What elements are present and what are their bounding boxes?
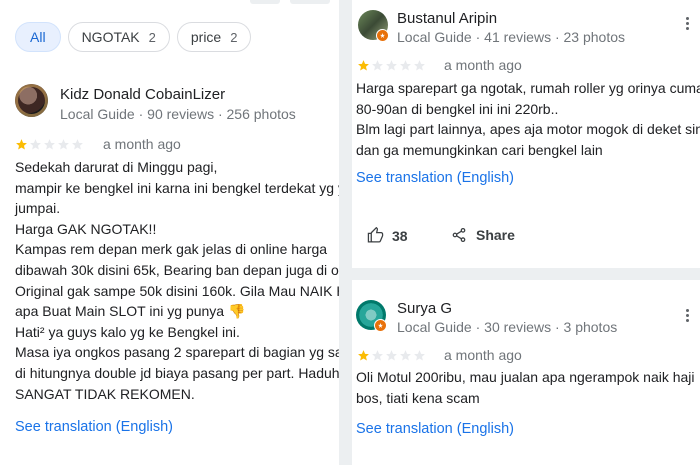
review-time: a month ago	[103, 136, 181, 152]
panel-divider	[339, 0, 352, 465]
thumbs-up-icon	[367, 227, 384, 243]
review-line: apa Buat Main SLOT ini yg punya 👎	[15, 303, 246, 320]
star-filled-icon	[358, 349, 369, 360]
card-divider	[339, 268, 700, 280]
review-line: di hitungnya double jd biaya pasang per …	[15, 364, 348, 381]
star-rating	[357, 59, 426, 72]
star-empty-icon	[414, 59, 425, 70]
chip-label: NGOTAK	[81, 29, 140, 45]
star-empty-icon	[372, 349, 383, 360]
reviews-panel-right: Bustanul Aripin Local Guide · 41 reviews…	[352, 0, 700, 465]
star-filled-icon	[358, 59, 369, 70]
see-translation-link[interactable]: See translation (English)	[356, 421, 514, 437]
star-empty-icon	[72, 138, 83, 149]
star-filled-icon	[16, 138, 27, 149]
review-line: bos, tiati kena scam	[356, 389, 480, 406]
star-empty-icon	[386, 59, 397, 70]
reviewer-meta: Local Guide · 90 reviews · 256 photos	[60, 106, 296, 122]
more-options-icon[interactable]	[686, 17, 690, 30]
reviewer-info: Kidz Donald CobainLizer Local Guide · 90…	[60, 86, 296, 122]
star-empty-icon	[30, 138, 41, 149]
chip-label: All	[30, 29, 46, 45]
filter-chip-price[interactable]: price 2	[176, 22, 252, 52]
review-line: Original gak sampe 50k disini 160k. Gila…	[15, 282, 352, 299]
rating-row: a month ago	[357, 347, 522, 363]
star-empty-icon	[386, 349, 397, 360]
local-guide-badge-icon	[376, 29, 389, 42]
review-line: Harga GAK NGOTAK!!	[15, 220, 157, 237]
avatar[interactable]	[15, 84, 48, 117]
review-line: Sedekah darurat di Minggu pagi,	[15, 159, 218, 175]
review-line: Hati² ya guys kalo yg ke Bengkel ini.	[15, 323, 240, 340]
review-card: Surya G Local Guide · 30 reviews · 3 pho…	[352, 280, 700, 465]
share-button[interactable]: Share	[451, 227, 515, 243]
star-rating	[357, 349, 426, 362]
chip-label: price	[190, 29, 222, 45]
share-label: Share	[476, 227, 515, 243]
review-line: dan ga memungkinkan cari bengkel lain	[356, 141, 603, 158]
like-button[interactable]: 38	[367, 227, 408, 244]
star-empty-icon	[400, 59, 411, 70]
see-translation-link[interactable]: See translation (English)	[356, 170, 514, 186]
star-empty-icon	[58, 138, 69, 149]
review-line: Masa iya ongkos pasang 2 sparepart di ba…	[15, 344, 352, 361]
review-time: a month ago	[444, 347, 522, 363]
reviewer-name[interactable]: Kidz Donald CobainLizer	[60, 86, 296, 103]
reviewer-info: Bustanul Aripin Local Guide · 41 reviews…	[397, 10, 625, 45]
review-text: Oli Motul 200ribu, mau jualan apa ngeram…	[356, 367, 695, 408]
filter-chip-ngotak[interactable]: NGOTAK 2	[67, 22, 170, 52]
review-line: dibawah 30k disini 65k, Bearing ban depa…	[15, 261, 352, 278]
reviews-panel-left: All NGOTAK 2 price 2 Kidz Donald CobainL…	[0, 0, 352, 465]
star-empty-icon	[414, 349, 425, 360]
star-empty-icon	[44, 138, 55, 149]
local-guide-badge-icon	[374, 319, 387, 332]
more-options-icon[interactable]	[686, 309, 690, 322]
reviewer-name[interactable]: Bustanul Aripin	[397, 10, 625, 27]
filter-chip-all[interactable]: All	[15, 22, 61, 52]
reviewer-info: Surya G Local Guide · 30 reviews · 3 pho…	[397, 300, 617, 335]
scroll-fragment	[250, 0, 280, 4]
review-text: Sedekah darurat di Minggu pagi, mampir k…	[15, 157, 352, 404]
rating-row: a month ago	[15, 136, 181, 152]
reviewer-meta: Local Guide · 41 reviews · 23 photos	[397, 29, 626, 45]
review-line: Blm lagi part lainnya, apes aja motor mo…	[356, 121, 700, 138]
review-card: Bustanul Aripin Local Guide · 41 reviews…	[352, 0, 700, 268]
review-line: jumpai.	[15, 200, 61, 217]
review-line: mampir ke bengkel ini karna ini bengkel …	[15, 179, 352, 196]
see-translation-link[interactable]: See translation (English)	[15, 419, 173, 435]
like-count: 38	[392, 227, 408, 244]
review-time: a month ago	[444, 57, 522, 73]
reviewer-name[interactable]: Surya G	[397, 300, 617, 317]
chip-count: 2	[230, 29, 238, 45]
scroll-fragment	[290, 0, 330, 4]
chip-count: 2	[148, 29, 156, 45]
reviewer-meta: Local Guide · 30 reviews · 3 photos	[397, 319, 618, 335]
share-icon	[452, 227, 466, 243]
review-filter-chips: All NGOTAK 2 price 2	[15, 22, 252, 52]
review-line: Kampas rem depan merk gak jelas di onlin…	[15, 241, 328, 258]
star-rating	[15, 138, 84, 151]
star-empty-icon	[400, 349, 411, 360]
rating-row: a month ago	[357, 57, 522, 73]
review-text: Harga sparepart ga ngotak, rumah roller …	[356, 78, 700, 160]
review-line: Harga sparepart ga ngotak, rumah roller …	[356, 80, 700, 96]
review-line: Oli Motul 200ribu, mau jualan apa ngeram…	[356, 369, 695, 385]
star-empty-icon	[372, 59, 383, 70]
review-line: 80-90an di bengkel ini ini 220rb..	[356, 100, 559, 117]
review-line: SANGAT TIDAK REKOMEN.	[15, 385, 195, 402]
